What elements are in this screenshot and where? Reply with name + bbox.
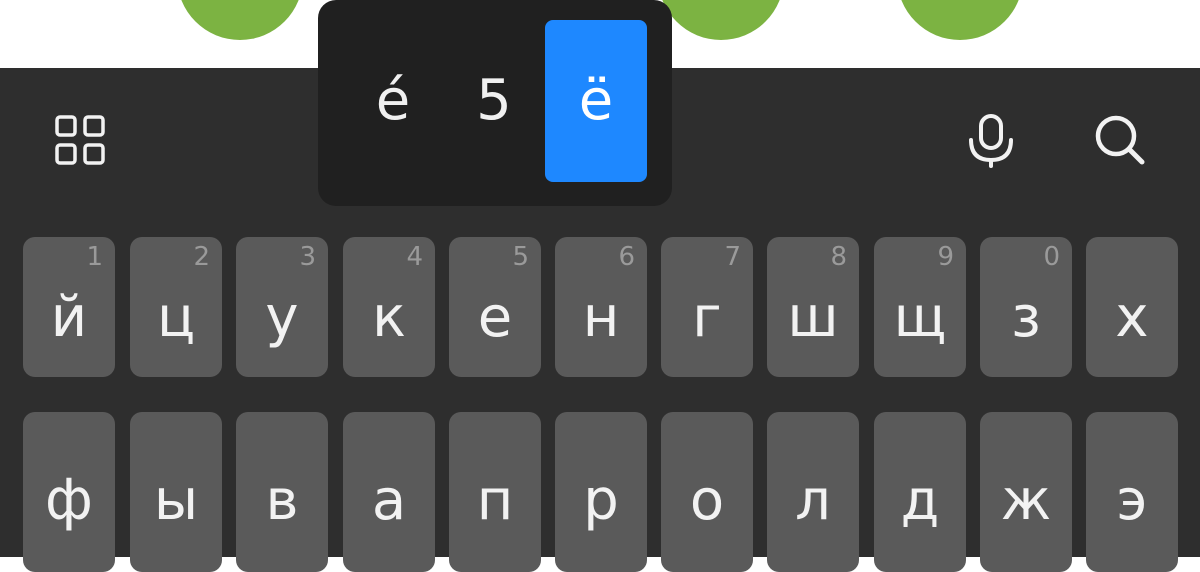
key-о[interactable]: о bbox=[661, 412, 753, 572]
key-н[interactable]: 6 н bbox=[555, 237, 647, 377]
key-label: ц bbox=[156, 285, 196, 350]
green-circle-3[interactable] bbox=[897, 0, 1023, 40]
microphone-icon[interactable] bbox=[961, 110, 1021, 170]
key-ш[interactable]: 8 ш bbox=[767, 237, 859, 377]
accent-popup: é 5 ё bbox=[318, 0, 672, 206]
key-к[interactable]: 4 к bbox=[343, 237, 435, 377]
green-circle-1[interactable] bbox=[177, 0, 303, 40]
key-е[interactable]: 5 е bbox=[449, 237, 541, 377]
key-label: ж bbox=[1000, 468, 1052, 533]
search-icon[interactable] bbox=[1090, 110, 1150, 170]
key-label: р bbox=[583, 468, 619, 533]
key-label: э bbox=[1116, 468, 1148, 533]
key-п[interactable]: п bbox=[449, 412, 541, 572]
key-р[interactable]: р bbox=[555, 412, 647, 572]
popup-option-selected[interactable]: ё bbox=[545, 20, 647, 182]
grid-apps-icon[interactable] bbox=[50, 110, 110, 170]
key-д[interactable]: д bbox=[874, 412, 966, 572]
popup-option[interactable]: 5 bbox=[443, 20, 545, 182]
key-hint: 9 bbox=[937, 242, 954, 272]
key-hint: 8 bbox=[830, 242, 847, 272]
key-ы[interactable]: ы bbox=[130, 412, 222, 572]
popup-option[interactable]: é bbox=[342, 20, 444, 182]
key-а[interactable]: а bbox=[343, 412, 435, 572]
key-label: д bbox=[900, 468, 940, 533]
key-label: п bbox=[476, 468, 514, 533]
key-hint: 1 bbox=[86, 242, 103, 272]
key-label: ы bbox=[153, 468, 199, 533]
key-label: а bbox=[371, 468, 407, 533]
key-hint: 6 bbox=[618, 242, 635, 272]
key-ц[interactable]: 2 ц bbox=[130, 237, 222, 377]
key-label: г bbox=[692, 285, 722, 350]
key-hint: 4 bbox=[406, 242, 423, 272]
key-hint: 0 bbox=[1043, 242, 1060, 272]
key-label: в bbox=[265, 468, 299, 533]
key-й[interactable]: 1 й bbox=[23, 237, 115, 377]
key-label: н bbox=[582, 285, 620, 350]
key-щ[interactable]: 9 щ bbox=[874, 237, 966, 377]
key-label: й bbox=[50, 285, 88, 350]
green-circle-2[interactable] bbox=[658, 0, 784, 40]
key-label: к bbox=[372, 285, 406, 350]
key-hint: 2 bbox=[193, 242, 210, 272]
key-х[interactable]: х bbox=[1086, 237, 1178, 377]
key-у[interactable]: 3 у bbox=[236, 237, 328, 377]
key-ж[interactable]: ж bbox=[980, 412, 1072, 572]
key-label: ф bbox=[45, 468, 93, 533]
key-з[interactable]: 0 з bbox=[980, 237, 1072, 377]
key-ф[interactable]: ф bbox=[23, 412, 115, 572]
key-label: щ bbox=[893, 285, 947, 350]
key-hint: 7 bbox=[724, 242, 741, 272]
key-label: л bbox=[795, 468, 831, 533]
key-в[interactable]: в bbox=[236, 412, 328, 572]
key-э[interactable]: э bbox=[1086, 412, 1178, 572]
key-г[interactable]: 7 г bbox=[661, 237, 753, 377]
key-label: з bbox=[1011, 285, 1041, 350]
key-label: ш bbox=[787, 285, 839, 350]
key-label: е bbox=[477, 285, 513, 350]
key-label: у bbox=[265, 285, 299, 350]
key-hint: 3 bbox=[299, 242, 316, 272]
key-л[interactable]: л bbox=[767, 412, 859, 572]
key-hint: 5 bbox=[512, 242, 529, 272]
key-label: о bbox=[689, 468, 725, 533]
key-label: х bbox=[1115, 285, 1149, 350]
